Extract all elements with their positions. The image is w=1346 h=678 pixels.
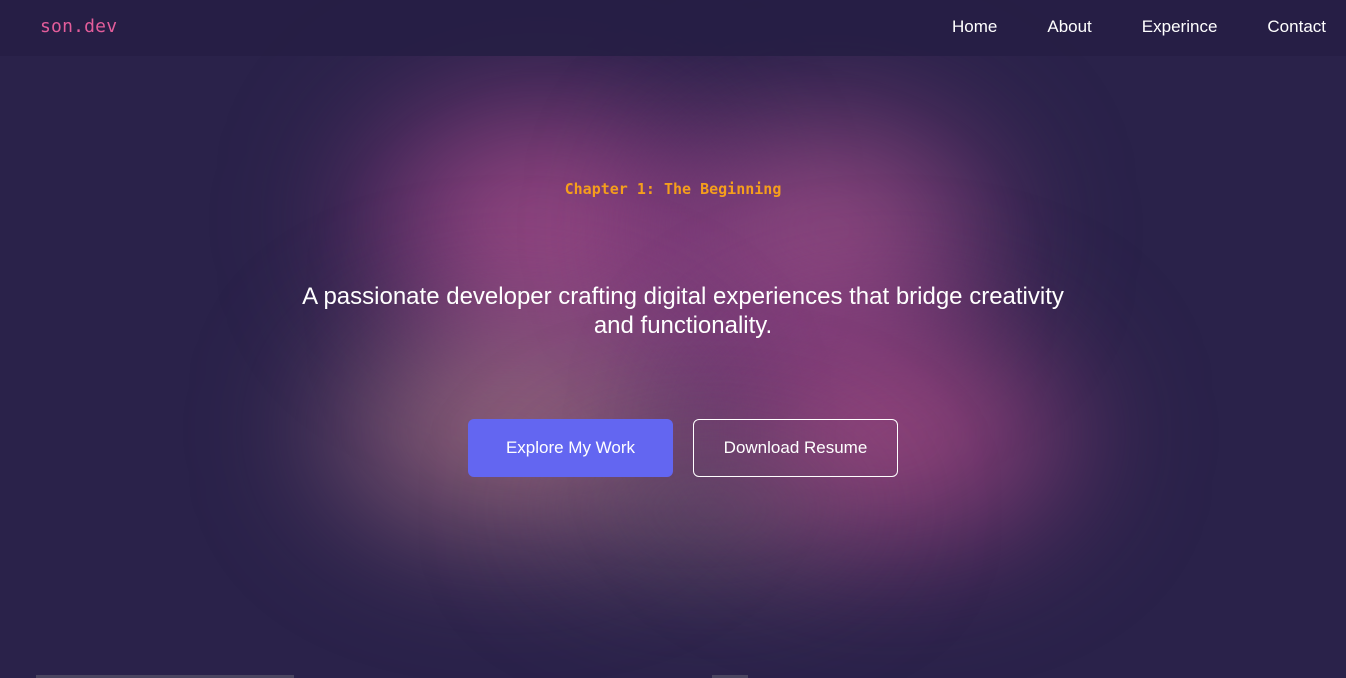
nav-link-contact[interactable]: Contact [1267, 17, 1326, 37]
hero-tagline: A passionate developer crafting digital … [302, 283, 1064, 339]
download-resume-button[interactable]: Download Resume [693, 419, 898, 477]
chapter-label: Chapter 1: The Beginning [564, 180, 782, 198]
nav-link-about[interactable]: About [1047, 17, 1091, 37]
nav-links: Home About Experince Contact [902, 17, 1326, 37]
page: son.dev Home About Experince Contact Cha… [0, 0, 1346, 678]
navbar: son.dev Home About Experince Contact [0, 0, 1346, 56]
nav-link-experience[interactable]: Experince [1142, 17, 1218, 37]
hero-section: Chapter 1: The Beginning A passionate de… [0, 56, 1346, 678]
nav-link-home[interactable]: Home [952, 17, 997, 37]
site-logo[interactable]: son.dev [40, 16, 117, 37]
explore-work-button[interactable]: Explore My Work [468, 419, 673, 477]
